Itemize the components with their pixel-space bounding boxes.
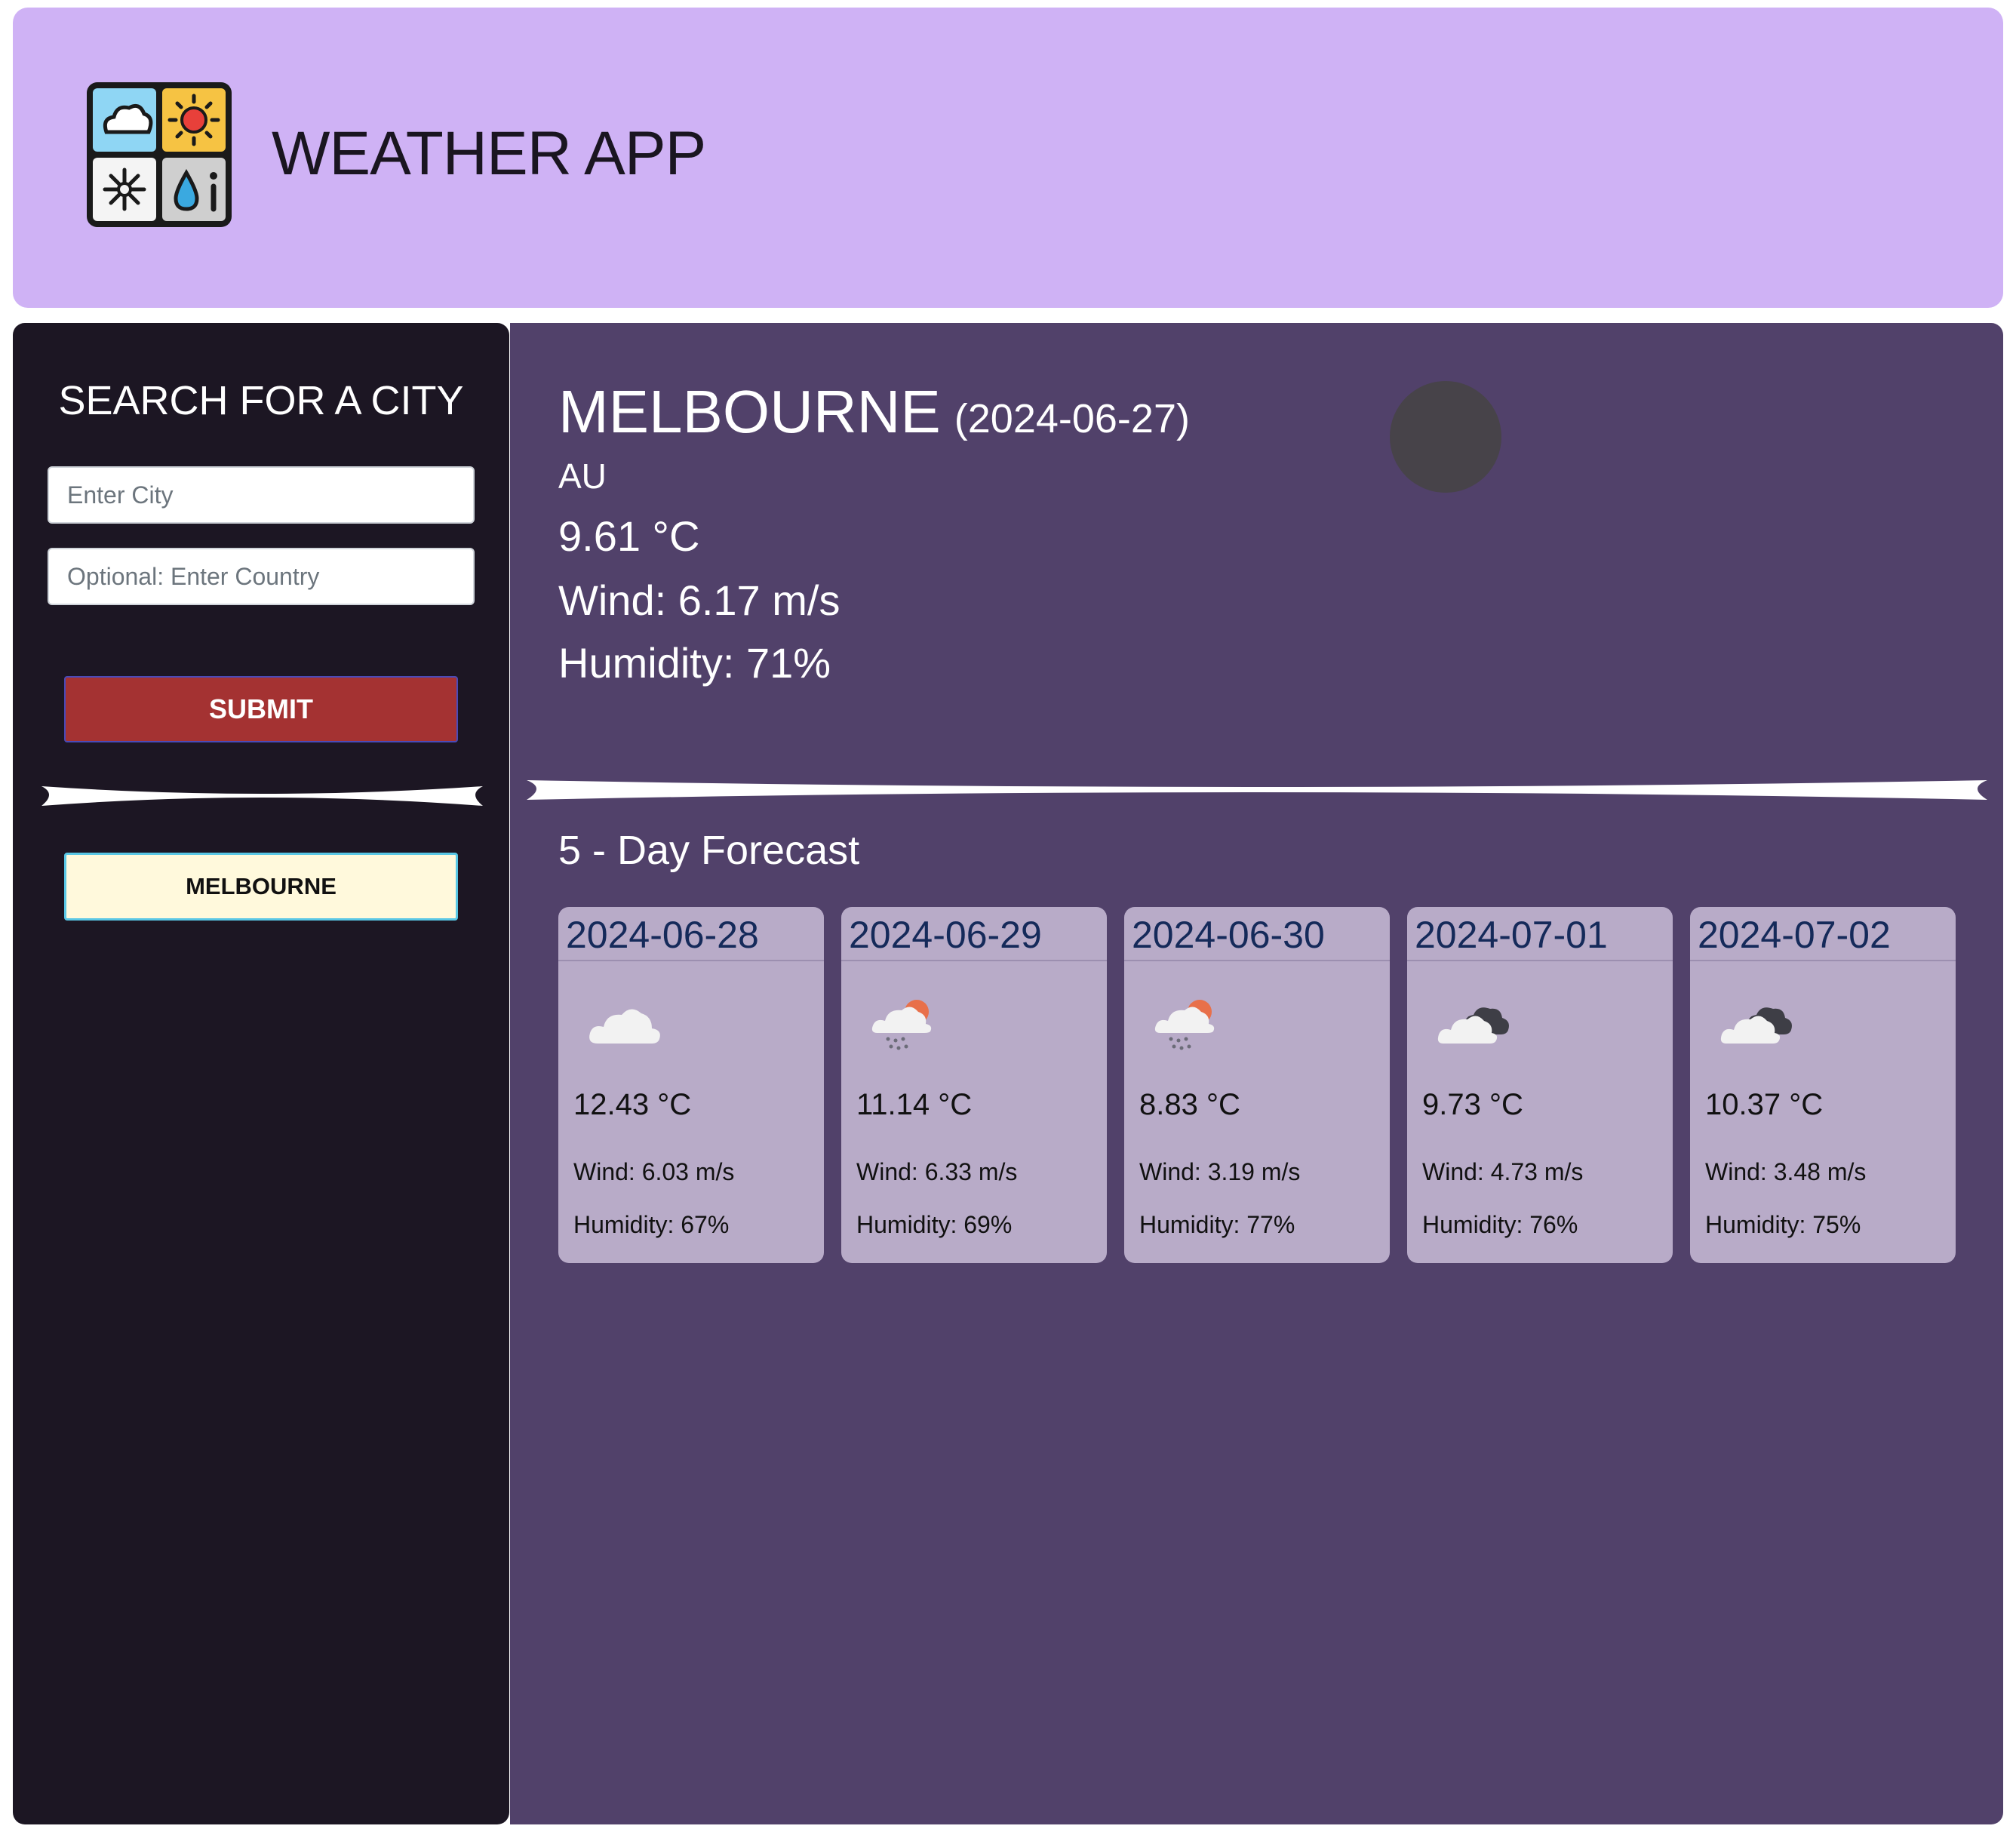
forecast-temp: 8.83 °C bbox=[1139, 1088, 1240, 1121]
current-humidity: Humidity: 71% bbox=[558, 639, 831, 687]
current-city-heading: MELBOURNE (2024-06-27) bbox=[558, 377, 1190, 447]
forecast-wind: Wind: 4.73 m/s bbox=[1422, 1158, 1584, 1185]
city-name: MELBOURNE bbox=[558, 378, 941, 445]
forecast-card: 2024-07-02 10.37 °C Wind: 3.48 m/s Humid… bbox=[1690, 907, 1956, 1263]
cloud-icon bbox=[589, 1009, 660, 1044]
main-divider bbox=[527, 780, 1987, 800]
forecast-date: 2024-07-01 bbox=[1407, 907, 1673, 961]
current-date: (2024-06-27) bbox=[954, 396, 1190, 441]
broken-clouds-icon bbox=[1720, 1007, 1792, 1044]
forecast-humidity: Humidity: 67% bbox=[573, 1211, 730, 1238]
country-input[interactable] bbox=[48, 548, 475, 605]
forecast-humidity: Humidity: 77% bbox=[1139, 1211, 1295, 1238]
sun-rain-icon bbox=[871, 1000, 932, 1050]
forecast-card: 2024-06-28 12.43 °C Wind: 6.03 m/s Humid… bbox=[558, 907, 824, 1263]
forecast-temp: 10.37 °C bbox=[1705, 1088, 1824, 1121]
forecast-humidity: Humidity: 75% bbox=[1705, 1211, 1861, 1238]
forecast-card: 2024-07-01 9.73 °C Wind: 4.73 m/s Humidi… bbox=[1407, 907, 1673, 1263]
current-temp: 9.61 °C bbox=[558, 512, 700, 560]
forecast-humidity: Humidity: 69% bbox=[856, 1211, 1013, 1238]
city-input[interactable] bbox=[48, 466, 475, 524]
history-item-melbourne[interactable]: MELBOURNE bbox=[64, 853, 458, 921]
current-weather-icon bbox=[1390, 381, 1501, 493]
forecast-date: 2024-06-30 bbox=[1124, 907, 1390, 961]
forecast-humidity: Humidity: 76% bbox=[1422, 1211, 1578, 1238]
forecast-date: 2024-07-02 bbox=[1690, 907, 1956, 961]
forecast-title: 5 - Day Forecast bbox=[558, 828, 860, 873]
forecast-temp: 12.43 °C bbox=[573, 1088, 692, 1121]
forecast-wind: Wind: 6.03 m/s bbox=[573, 1158, 735, 1185]
sun-rain-icon bbox=[1154, 1000, 1215, 1050]
weather-logo-icon bbox=[87, 82, 232, 227]
forecast-temp: 11.14 °C bbox=[856, 1088, 973, 1121]
forecast-temp: 9.73 °C bbox=[1422, 1088, 1523, 1121]
forecast-wind: Wind: 3.19 m/s bbox=[1139, 1158, 1301, 1185]
app-title: WEATHER APP bbox=[272, 119, 706, 188]
sidebar-divider bbox=[41, 786, 483, 806]
forecast-date: 2024-06-29 bbox=[841, 907, 1107, 961]
forecast-card: 2024-06-30 8.83 °C Wind: 3.19 m/s Humidi… bbox=[1124, 907, 1390, 1263]
submit-button[interactable]: SUBMIT bbox=[64, 676, 458, 742]
forecast-date: 2024-06-28 bbox=[558, 907, 824, 961]
current-country: AU bbox=[558, 456, 607, 496]
broken-clouds-icon bbox=[1437, 1007, 1509, 1044]
search-title: SEARCH FOR A CITY bbox=[58, 378, 464, 423]
forecast-card: 2024-06-29 11.14 °C Wind: 6.33 m/s Humid… bbox=[841, 907, 1107, 1263]
forecast-wind: Wind: 3.48 m/s bbox=[1705, 1158, 1867, 1185]
forecast-wind: Wind: 6.33 m/s bbox=[856, 1158, 1018, 1185]
current-wind: Wind: 6.17 m/s bbox=[558, 576, 841, 624]
